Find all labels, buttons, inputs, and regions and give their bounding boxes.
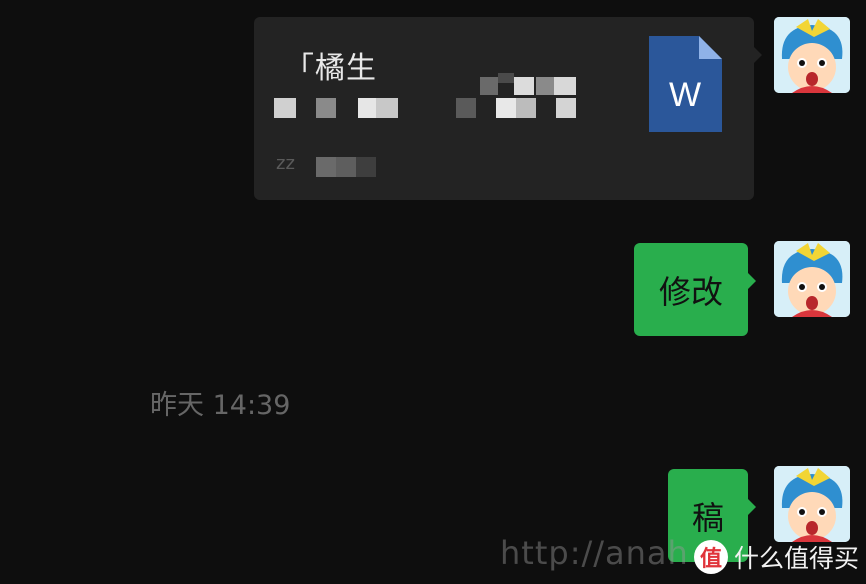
brand-name: 什么值得买 bbox=[734, 544, 860, 573]
avatar[interactable] bbox=[774, 241, 850, 317]
watermark-url: http://anah bbox=[500, 534, 689, 572]
avatar[interactable] bbox=[774, 17, 850, 93]
message-timestamp: 昨天 14:39 bbox=[150, 390, 291, 421]
message-bubble[interactable]: 修改 bbox=[634, 243, 756, 336]
crayon-shin-chan-avatar-icon bbox=[774, 466, 850, 542]
message-text: 稿 bbox=[691, 498, 724, 537]
redacted-filename-mosaic bbox=[274, 73, 576, 118]
watermark-brand: 值 什么值得买 bbox=[694, 537, 859, 577]
word-document-icon: W bbox=[649, 36, 722, 132]
redacted-filesize-mosaic bbox=[316, 157, 376, 177]
brand-logo-icon: 值 bbox=[694, 540, 728, 574]
crayon-shin-chan-avatar-icon bbox=[774, 17, 850, 93]
bubble-tail bbox=[748, 273, 756, 289]
message-text: 修改 bbox=[658, 272, 723, 311]
crayon-shin-chan-avatar-icon bbox=[774, 241, 850, 317]
bubble-tail bbox=[754, 47, 762, 63]
file-size: zz bbox=[276, 153, 295, 174]
svg-text:W: W bbox=[669, 76, 701, 114]
bubble-tail bbox=[748, 499, 756, 515]
avatar[interactable] bbox=[774, 466, 850, 542]
file-message-card[interactable]: 「橘生 zz W bbox=[254, 17, 762, 200]
